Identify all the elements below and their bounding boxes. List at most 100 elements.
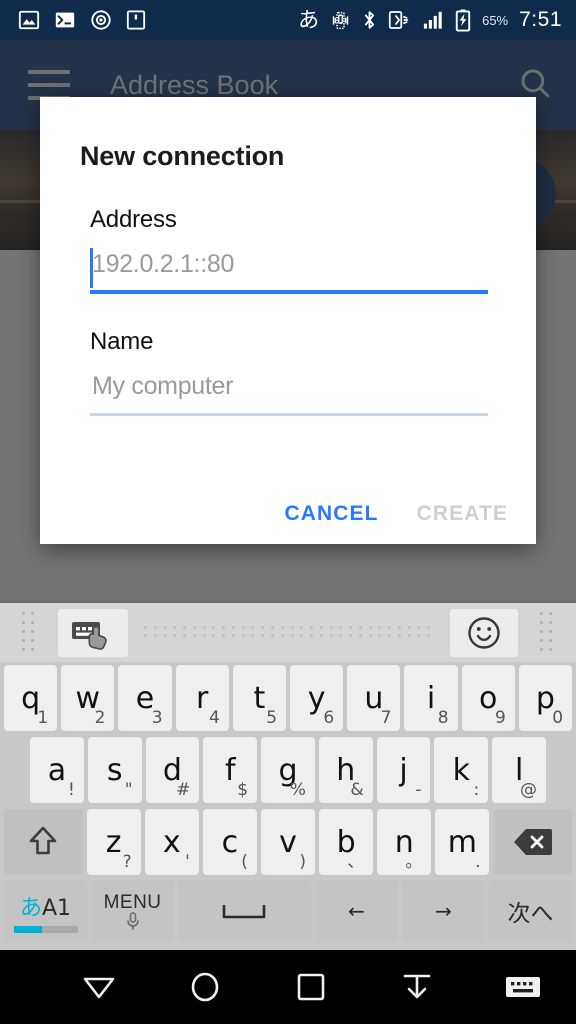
keyboard-row-1: q1w2e3r4t5y6u7i8o9p0: [0, 662, 576, 734]
ime-jp-label: あ: [19, 895, 42, 921]
key-l[interactable]: l @: [492, 737, 547, 803]
key-main-label: k: [452, 752, 471, 788]
key-s[interactable]: s ": [87, 737, 142, 803]
key-main-label: z: [105, 824, 122, 860]
key-main-label: f: [224, 752, 236, 788]
ime-japanese-icon: あ: [298, 7, 320, 32]
ime-progress-bar: [13, 925, 78, 933]
key-sub-label: (: [241, 852, 248, 872]
key-w[interactable]: w2: [61, 665, 115, 731]
key-sub-label: %: [289, 780, 306, 800]
battery-charging-icon: [455, 8, 471, 32]
create-button[interactable]: CREATE: [417, 502, 508, 526]
address-field-group: Address 192.0.2.1::80: [40, 206, 536, 294]
key-v[interactable]: v): [260, 809, 316, 875]
backspace-key[interactable]: [493, 809, 573, 875]
ime-switch-label: あA1: [20, 890, 71, 922]
key-sub-label: 9: [495, 708, 506, 728]
address-input-placeholder: 192.0.2.1::80: [92, 250, 235, 278]
toolbar-dots-center: [128, 626, 450, 639]
key-g[interactable]: g%: [261, 737, 315, 803]
key-f[interactable]: f $: [203, 737, 258, 803]
keyboard-row-2: a! s " d # f $ g% h & j - k: l @: [0, 734, 576, 806]
nfc-icon: [388, 9, 411, 31]
key-r[interactable]: r4: [175, 665, 229, 731]
ime-switch-key[interactable]: あA1: [4, 880, 88, 942]
key-sub-label: !: [67, 780, 75, 800]
dialog-actions: CANCEL CREATE: [285, 502, 509, 526]
keyboard-gesture-icon[interactable]: [58, 608, 128, 657]
key-o[interactable]: o9: [461, 665, 515, 731]
key-k[interactable]: k:: [434, 737, 489, 803]
key-a[interactable]: a!: [30, 737, 84, 803]
emoji-icon[interactable]: [450, 608, 518, 657]
cancel-button[interactable]: CANCEL: [285, 502, 379, 526]
key-main-label: t: [253, 680, 266, 716]
cursor-right-key[interactable]: →: [401, 880, 485, 942]
vibrate-icon: [330, 10, 351, 31]
new-connection-dialog: New connection Address 192.0.2.1::80 Nam…: [40, 97, 536, 544]
download-icon[interactable]: [364, 971, 470, 1003]
name-input-underline: [90, 413, 488, 416]
key-sub-label: 2: [94, 708, 106, 728]
key-e[interactable]: e3: [118, 665, 172, 731]
key-sub-label: 、: [347, 852, 365, 872]
space-icon: [223, 905, 266, 919]
key-sub-label: 4: [208, 708, 220, 728]
android-screen: あ 65% 7:51 Address Book: [0, 0, 576, 1024]
key-main-label: m: [447, 824, 478, 860]
key-h[interactable]: h &: [318, 737, 373, 803]
dialog-title: New connection: [80, 141, 285, 171]
key-u[interactable]: u7: [347, 665, 401, 731]
key-sub-label: -: [415, 780, 422, 800]
address-input[interactable]: 192.0.2.1::80: [90, 246, 488, 294]
space-key[interactable]: [178, 880, 311, 942]
key-d[interactable]: d #: [145, 737, 200, 803]
key-main-label: i: [426, 680, 436, 716]
key-p[interactable]: p0: [518, 665, 573, 731]
key-c[interactable]: c(: [202, 809, 257, 875]
key-z[interactable]: z?: [86, 809, 141, 875]
name-input[interactable]: My computer: [90, 368, 488, 416]
toolbar-dots-right: [518, 612, 576, 653]
key-b[interactable]: b、: [319, 809, 374, 875]
toolbar-dots-left: [0, 612, 58, 653]
key-i[interactable]: i8: [404, 665, 458, 731]
soft-keyboard: q1w2e3r4t5y6u7i8o9p0 a! s " d # f $ g% h & j - k: l @ …: [0, 600, 576, 950]
key-main-label: r: [196, 680, 209, 716]
key-x[interactable]: x ': [144, 809, 199, 875]
ime-en-label: A1: [42, 895, 72, 921]
recents-icon[interactable]: [258, 972, 364, 1002]
key-main-label: c: [221, 824, 239, 860]
status-bar-notification-icons: [0, 9, 146, 31]
address-field-label: Address: [90, 206, 177, 233]
back-hide-keyboard-icon[interactable]: [46, 972, 152, 1002]
shift-key[interactable]: [4, 809, 83, 875]
home-icon[interactable]: [152, 970, 258, 1004]
dots-grid: [22, 612, 36, 653]
key-sub-label: 1: [37, 708, 49, 728]
key-y[interactable]: y6: [290, 665, 344, 731]
key-j[interactable]: j-: [376, 737, 431, 803]
key-main-label: j: [399, 752, 408, 788]
key-sub-label: 。: [405, 852, 423, 872]
key-main-label: x: [162, 824, 181, 860]
keyboard-switch-icon[interactable]: [470, 973, 576, 1001]
key-q[interactable]: q1: [4, 665, 58, 731]
key-n[interactable]: n。: [377, 809, 432, 875]
enter-next-key[interactable]: 次へ: [488, 880, 572, 942]
cursor-left-key[interactable]: ←: [314, 880, 398, 942]
key-sub-label: 5: [266, 708, 278, 728]
key-t[interactable]: t5: [232, 665, 287, 731]
key-main-label: s: [106, 752, 123, 788]
menu-key-label: MENU: [103, 892, 162, 913]
key-sub-label: 7: [380, 708, 392, 728]
terminal-icon: [54, 9, 76, 31]
key-sub-label: @: [520, 780, 538, 800]
sim-card-icon: [126, 9, 146, 31]
key-m[interactable]: m.: [435, 809, 490, 875]
key-sub-label: &: [350, 780, 364, 800]
menu-key[interactable]: MENU: [91, 880, 175, 942]
key-sub-label: 6: [323, 708, 335, 728]
key-sub-label: 0: [552, 708, 564, 728]
